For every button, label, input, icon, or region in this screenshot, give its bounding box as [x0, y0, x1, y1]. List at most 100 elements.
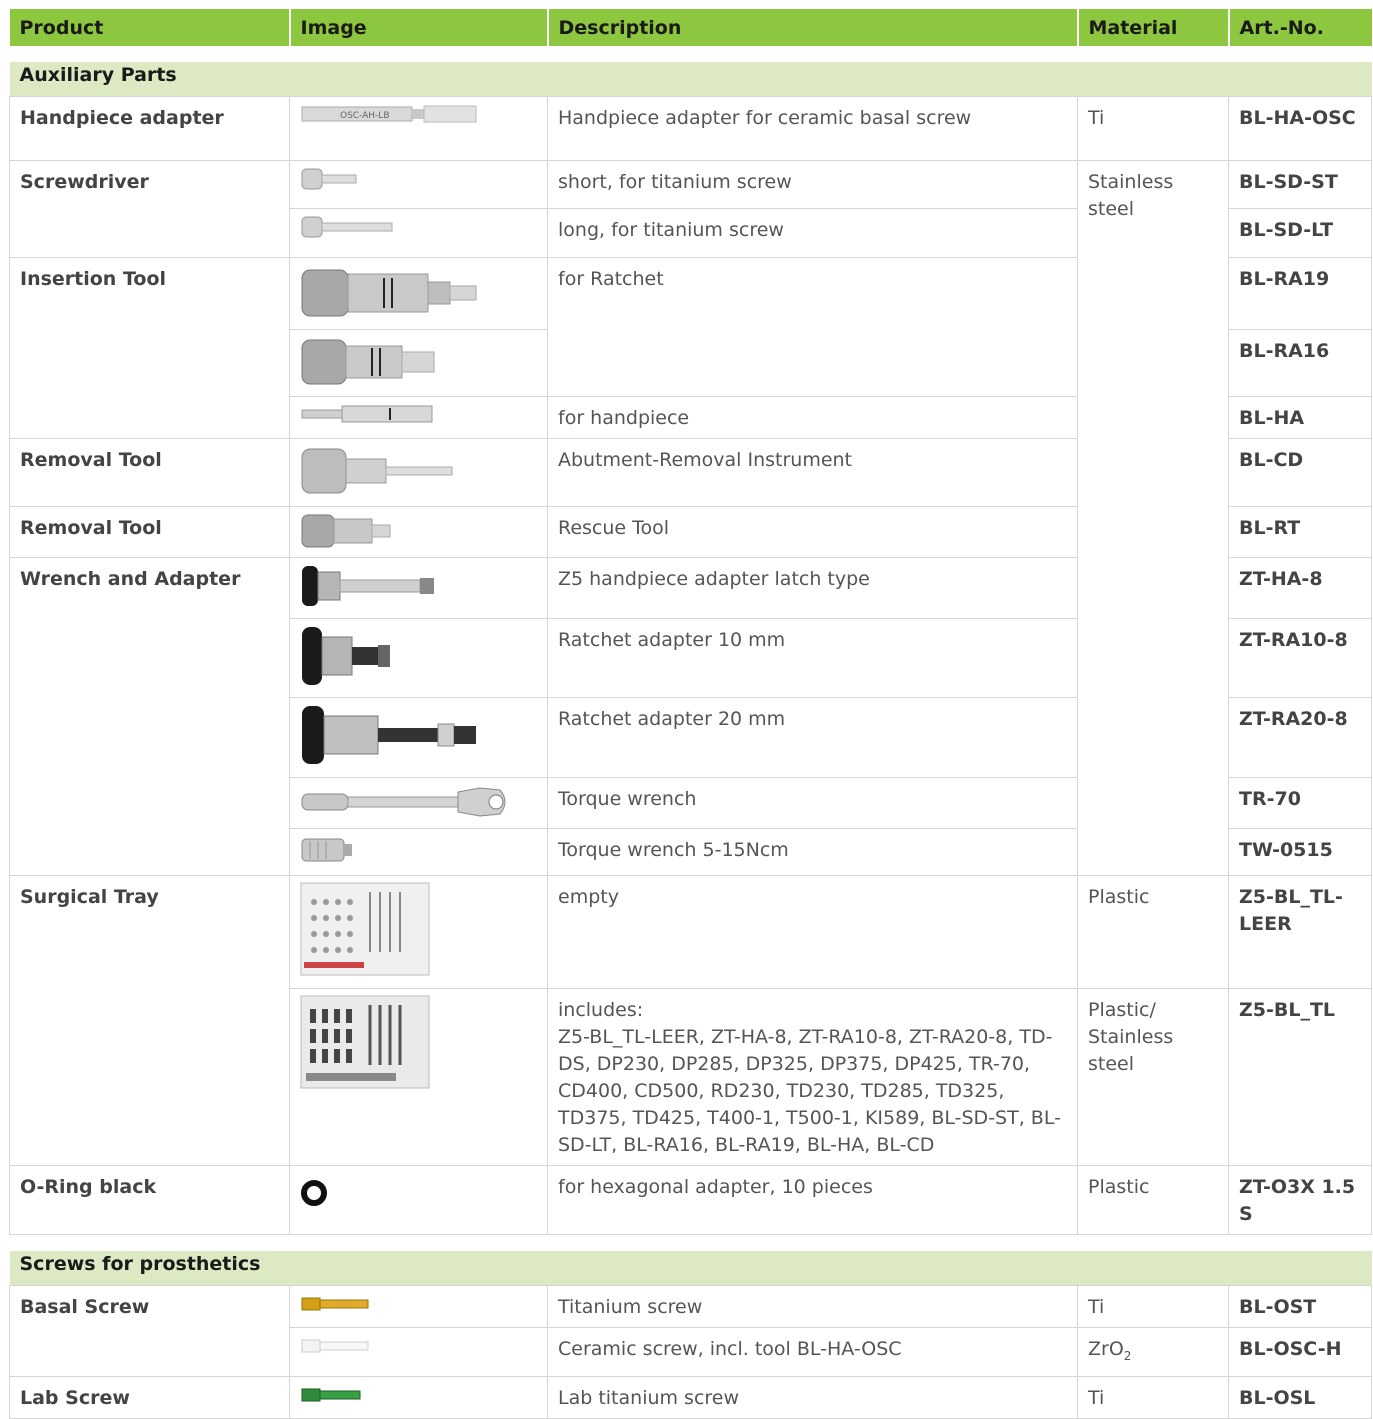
- long-screwdriver-icon: [301, 216, 393, 238]
- svg-text:OSC-AH-LB: OSC-AH-LB: [340, 111, 390, 121]
- ratchet-adapter-20-icon: [302, 706, 476, 764]
- product-material: Plastic/ Stainless steel: [1077, 988, 1229, 1166]
- lab-screw-icon: [301, 1388, 361, 1402]
- product-image: [289, 777, 548, 829]
- table-header: Product Image Description Material Art.-…: [9, 9, 1372, 46]
- product-material: ZrO2: [1077, 1327, 1229, 1377]
- product-artno: ZT-HA-8: [1228, 557, 1372, 619]
- section-title: Auxiliary Parts: [9, 62, 1372, 97]
- product-artno: BL-SD-ST: [1228, 160, 1372, 209]
- description-includes: Z5-BL_TL-LEER, ZT-HA-8, ZT-RA10-8, ZT-RA…: [558, 1026, 1061, 1156]
- product-image: [289, 618, 548, 698]
- product-artno: ZT-RA20-8: [1228, 697, 1372, 778]
- product-image: [289, 1375, 548, 1419]
- table-row: Basal Screw Titanium screw Ti BL-OST: [9, 1285, 1372, 1377]
- latch-adapter-icon: [302, 566, 434, 606]
- product-artno: BL-HA: [1228, 396, 1372, 439]
- product-description: empty: [547, 875, 1078, 989]
- ceramic-screw-icon: [301, 1339, 369, 1353]
- product-image: [289, 506, 548, 558]
- product-description: Rescue Tool: [547, 506, 1078, 558]
- product-artno: BL-RA16: [1228, 329, 1372, 397]
- product-description: for hexagonal adapter, 10 pieces: [547, 1165, 1078, 1235]
- product-image: [289, 697, 548, 778]
- product-artno: BL-RT: [1228, 506, 1372, 558]
- product-description: Titanium screw: [547, 1285, 1078, 1328]
- product-artno: TR-70: [1228, 777, 1372, 829]
- product-description: Z5 handpiece adapter latch type: [547, 557, 1078, 619]
- product-image: [289, 160, 548, 209]
- insertion-tool-ra19-icon: [301, 269, 477, 317]
- product-artno: BL-OST: [1228, 1285, 1372, 1328]
- product-artno: ZT-O3X 1.5 S: [1228, 1165, 1372, 1235]
- torque-wrench-icon: [301, 787, 506, 817]
- product-name: Insertion Tool: [9, 257, 290, 439]
- product-artno: BL-HA-OSC: [1228, 96, 1372, 161]
- product-name: Lab Screw: [9, 1375, 290, 1419]
- product-image: [289, 988, 548, 1166]
- ratchet-adapter-10-icon: [302, 627, 390, 685]
- product-description: for handpiece: [547, 396, 1078, 439]
- product-name: Removal Tool: [9, 438, 290, 507]
- product-name: Screwdriver: [9, 160, 290, 258]
- titanium-screw-icon: [301, 1297, 369, 1311]
- product-artno: Z5-BL_TL-LEER: [1228, 875, 1372, 989]
- empty-tray-icon: [300, 882, 430, 976]
- product-image: [289, 1327, 548, 1377]
- product-description: includes: Z5-BL_TL-LEER, ZT-HA-8, ZT-RA10…: [547, 988, 1078, 1166]
- product-material: Ti: [1077, 1285, 1229, 1328]
- header-artno: Art.-No.: [1228, 9, 1372, 46]
- product-description: Lab titanium screw: [547, 1375, 1078, 1419]
- table-row: Surgical Tray empty Plastic Z5-BL_TL-LEE…: [9, 875, 1372, 1166]
- product-description: Torque wrench 5-15Ncm: [547, 828, 1078, 876]
- product-material: Ti: [1077, 1375, 1229, 1419]
- header-product: Product: [9, 9, 291, 46]
- product-image: [289, 329, 548, 397]
- torque-wrench-small-icon: [301, 838, 352, 862]
- header-image: Image: [289, 9, 549, 46]
- product-table: Product Image Description Material Art.-…: [9, 9, 1372, 1419]
- product-image: OSC-AH-LB: [289, 96, 548, 161]
- product-description: Handpiece adapter for ceramic basal scre…: [547, 96, 1078, 161]
- table-row: Screwdriver short, for titanium screw St…: [9, 160, 1372, 876]
- product-description: Abutment-Removal Instrument: [547, 438, 1078, 507]
- product-image: [289, 208, 548, 258]
- rescue-tool-icon: [301, 514, 391, 548]
- product-image: [289, 257, 548, 330]
- product-table-container: Product Image Description Material Art.-…: [9, 9, 1372, 1419]
- product-image: [289, 396, 548, 439]
- product-name: Removal Tool: [9, 506, 290, 558]
- product-artno: BL-OSL: [1228, 1375, 1372, 1419]
- product-image: [289, 875, 548, 989]
- product-name: Surgical Tray: [9, 875, 290, 1166]
- insertion-tool-ra16-icon: [301, 339, 435, 385]
- product-description: short, for titanium screw: [547, 160, 1078, 209]
- product-name: O-Ring black: [9, 1165, 290, 1235]
- product-material: Ti: [1077, 96, 1229, 161]
- section-title: Screws for prosthetics: [9, 1251, 1372, 1286]
- product-artno: BL-RA19: [1228, 257, 1372, 330]
- product-description: for Ratchet: [547, 257, 1078, 397]
- product-artno: BL-CD: [1228, 438, 1372, 507]
- table-row: O-Ring black for hexagonal adapter, 10 p…: [9, 1165, 1372, 1235]
- insertion-tool-ha-icon: [301, 405, 433, 423]
- product-name: Basal Screw: [9, 1285, 290, 1377]
- header-description: Description: [547, 9, 1079, 46]
- product-material: Plastic: [1077, 875, 1229, 989]
- product-image: [289, 1285, 548, 1328]
- handpiece-adapter-icon: OSC-AH-LB: [301, 105, 477, 123]
- product-material: Stainless steel: [1077, 160, 1229, 876]
- product-artno: Z5-BL_TL: [1228, 988, 1372, 1166]
- product-image: [289, 1165, 548, 1235]
- table-row: Handpiece adapter OSC-AH-LB Handpiece ad…: [9, 96, 1372, 161]
- material-main: ZrO: [1088, 1338, 1124, 1360]
- full-tray-icon: [300, 995, 430, 1089]
- product-name: Wrench and Adapter: [9, 557, 290, 876]
- material-subscript: 2: [1123, 1348, 1132, 1363]
- product-description: Torque wrench: [547, 777, 1078, 829]
- description-lead: includes:: [558, 999, 644, 1021]
- product-material: Plastic: [1077, 1165, 1229, 1235]
- product-artno: BL-OSC-H: [1228, 1327, 1372, 1377]
- product-image: [289, 828, 548, 876]
- product-description: long, for titanium screw: [547, 208, 1078, 258]
